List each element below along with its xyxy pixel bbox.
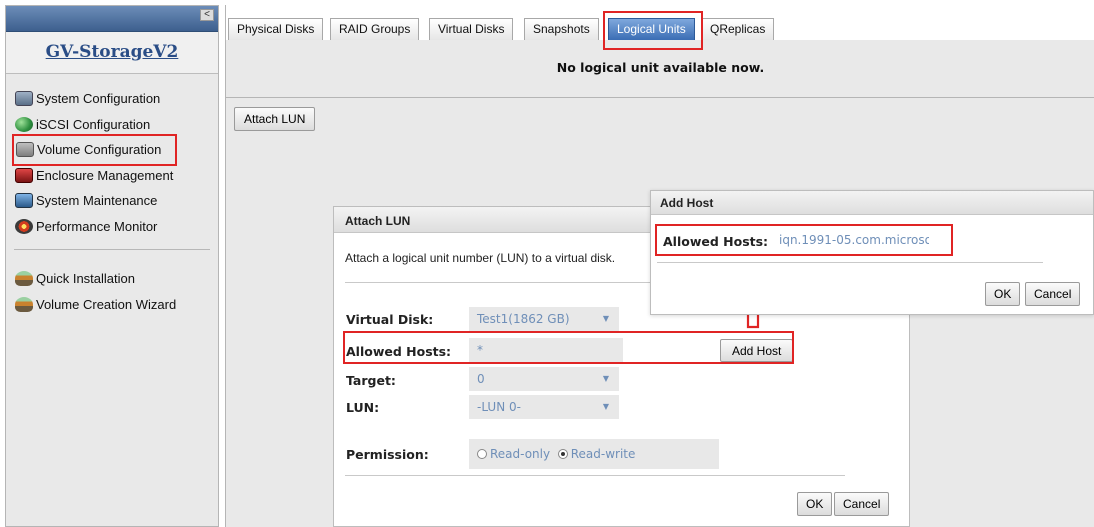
sidebar-item-label: Volume Configuration <box>37 142 162 158</box>
add-host-allowed-hosts-label: Allowed Hosts: <box>663 234 769 249</box>
add-host-button[interactable]: Add Host <box>720 339 794 362</box>
dialog-divider <box>657 262 1043 263</box>
read-write-label: Read-write <box>570 447 636 461</box>
attach-lun-button[interactable]: Attach LUN <box>234 107 316 131</box>
read-write-radio[interactable] <box>557 449 568 459</box>
system-config-icon <box>15 91 33 107</box>
virtual-disk-select[interactable]: Test1(1862 GB) <box>469 307 619 331</box>
lun-value: -LUN 0- <box>477 400 521 414</box>
sidebar-item-label: iSCSI Configuration <box>36 116 151 132</box>
sidebar-item-quick-installation[interactable]: Quick Installation <box>15 266 218 292</box>
sidebar-item-volume-creation-wizard[interactable]: Volume Creation Wizard <box>15 292 218 318</box>
permission-radio-group: Read-only Read-write <box>469 439 719 469</box>
add-host-cancel-button[interactable]: Cancel <box>1025 282 1081 306</box>
main-divider <box>226 97 1094 98</box>
iscsi-globe-icon <box>15 116 33 132</box>
virtual-disk-value: Test1(1862 GB) <box>477 312 570 326</box>
empty-state-message: No logical unit available now. <box>556 60 765 75</box>
attach-cancel-button[interactable]: Cancel <box>834 492 890 516</box>
add-host-dialog: Add Host Allowed Hosts: iqn.1991-05.com.… <box>650 190 1094 315</box>
sidebar-item-label: Performance Monitor <box>36 218 158 234</box>
tab-bar: Physical Disks RAID Groups Virtual Disks… <box>226 5 1094 50</box>
sidebar-item-label: Quick Installation <box>36 271 135 287</box>
sidebar-item-volume-configuration[interactable]: Volume Configuration <box>12 134 177 166</box>
tab-physical-disks[interactable]: Physical Disks <box>228 18 324 40</box>
tab-logical-units[interactable]: Logical Units <box>608 18 695 40</box>
dialog-description: Attach a logical unit number (LUN) to a … <box>345 251 616 265</box>
sidebar-item-enclosure-management[interactable]: Enclosure Management <box>15 163 218 189</box>
sidebar-item-label: Enclosure Management <box>36 167 174 183</box>
add-host-allowed-hosts-input[interactable]: iqn.1991-05.com.microsoft <box>775 229 929 251</box>
sidebar-item-iscsi-configuration[interactable]: iSCSI Configuration <box>15 112 218 138</box>
sidebar-divider <box>14 249 210 250</box>
dialog-divider <box>345 475 845 476</box>
enclosure-icon <box>15 167 33 183</box>
target-value: 0 <box>477 372 485 386</box>
read-only-label: Read-only <box>490 447 551 461</box>
tab-raid-groups[interactable]: RAID Groups <box>330 18 420 40</box>
sidebar: < GV-StorageV2 System Configuration iSCS… <box>5 5 219 527</box>
dialog-title: Add Host <box>651 191 1093 215</box>
sidebar-item-label: Volume Creation Wizard <box>36 296 177 312</box>
sidebar-item-system-maintenance[interactable]: System Maintenance <box>15 188 218 214</box>
quick-install-icon <box>15 271 33 287</box>
add-host-ok-button[interactable]: OK <box>985 282 1021 306</box>
target-label: Target: <box>346 373 396 388</box>
lun-label: LUN: <box>346 400 380 415</box>
read-only-radio[interactable] <box>477 449 487 459</box>
sidebar-item-performance-monitor[interactable]: Performance Monitor <box>15 214 218 240</box>
app-root: < GV-StorageV2 System Configuration iSCS… <box>0 0 1094 527</box>
maintenance-icon <box>15 193 33 209</box>
wizard-icon <box>15 296 33 312</box>
virtual-disk-label: Virtual Disk: <box>346 312 434 327</box>
add-host-highlight-box: Allowed Hosts: iqn.1991-05.com.microsoft <box>655 224 953 256</box>
allowed-hosts-field[interactable]: * <box>469 338 623 362</box>
sidebar-menu-main: System Configuration iSCSI Configuration… <box>6 86 218 239</box>
tab-qreplicas[interactable]: QReplicas <box>701 18 775 40</box>
target-select[interactable]: 0 <box>469 367 619 391</box>
sidebar-item-system-configuration[interactable]: System Configuration <box>15 86 218 112</box>
permission-label: Permission: <box>346 447 429 462</box>
sidebar-item-label: System Maintenance <box>36 193 158 209</box>
sidebar-header-bar: < <box>6 6 218 32</box>
brand-title[interactable]: GV-StorageV2 <box>6 32 218 74</box>
sidebar-item-label: System Configuration <box>36 91 161 107</box>
sidebar-menu-wizards: Quick Installation Volume Creation Wizar… <box>6 266 218 317</box>
volume-config-icon <box>16 142 34 158</box>
allowed-hosts-label: Allowed Hosts: <box>346 344 452 359</box>
tab-snapshots[interactable]: Snapshots <box>524 18 599 40</box>
performance-gauge-icon <box>15 218 33 234</box>
allowed-hosts-value: * <box>477 343 483 357</box>
collapse-sidebar-icon[interactable]: < <box>200 9 214 21</box>
tab-virtual-disks[interactable]: Virtual Disks <box>429 18 514 40</box>
attach-ok-button[interactable]: OK <box>797 492 833 516</box>
lun-select[interactable]: -LUN 0- <box>469 395 619 419</box>
